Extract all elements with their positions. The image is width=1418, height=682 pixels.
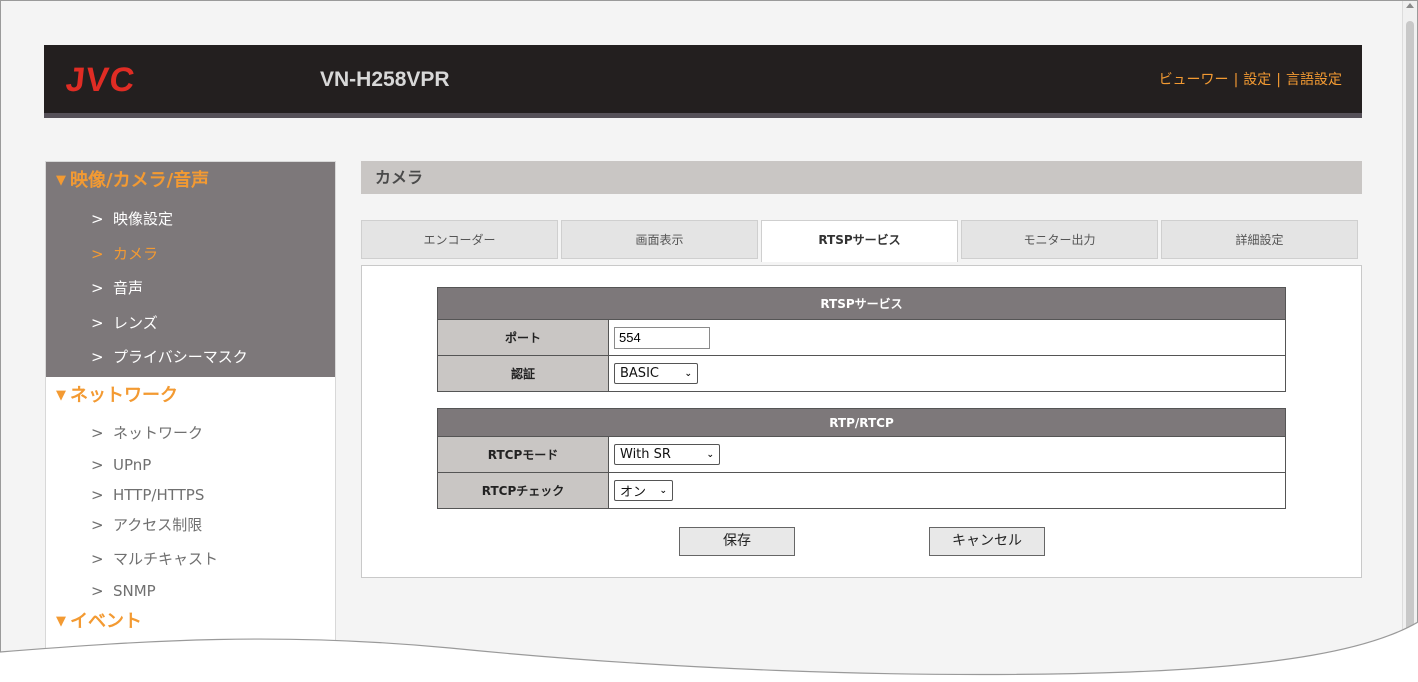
chevron-right-icon: > — [91, 582, 104, 600]
auth-label: 認証 — [437, 355, 609, 392]
auth-select[interactable]: BASIC ⌄ — [614, 363, 698, 384]
sidebar-section-video: ▼ 映像/カメラ/音声 > 映像設定 > カメラ > 音声 > レンズ > プライバシーマス… — [46, 162, 335, 377]
chevron-right-icon: > — [91, 424, 104, 442]
save-button[interactable]: 保存 — [679, 527, 795, 556]
rtcp-mode-selected-value: With SR — [620, 447, 671, 462]
port-cell — [608, 319, 1286, 356]
chevron-right-icon: > — [91, 486, 104, 504]
table-row: RTCPモード With SR ⌄ — [437, 436, 1286, 473]
table-row: 認証 BASIC ⌄ — [437, 355, 1286, 392]
sidebar-item-http-https[interactable]: > HTTP/HTTPS — [46, 481, 335, 509]
rtcp-mode-label: RTCPモード — [437, 436, 609, 473]
tab-monitor-output[interactable]: モニター出力 — [961, 220, 1158, 259]
settings-panel: RTSPサービス ポート 認証 BASIC ⌄ RTP/RTCP RTCPモード … — [361, 265, 1362, 578]
section-title: ネットワーク — [70, 385, 178, 406]
port-label: ポート — [437, 319, 609, 356]
nav-separator: | — [1276, 72, 1281, 88]
sidebar-item-label: レンズ — [113, 313, 158, 332]
sidebar-item-multicast[interactable]: > マルチキャスト — [46, 542, 335, 576]
rtcp-mode-cell: With SR ⌄ — [608, 436, 1286, 473]
table-header: RTSPサービス — [437, 287, 1286, 320]
port-input[interactable] — [614, 326, 710, 349]
vertical-scrollbar[interactable] — [1402, 1, 1417, 681]
sidebar: ▼ 映像/カメラ/音声 > 映像設定 > カメラ > 音声 > レンズ > プライバシーマス… — [45, 161, 336, 681]
table-row: RTCPチェック オン ⌄ — [437, 472, 1286, 509]
sidebar-item-label: カメラ — [113, 244, 159, 263]
chevron-right-icon: > — [91, 516, 104, 534]
auth-selected-value: BASIC — [620, 366, 659, 381]
sidebar-item-video-settings[interactable]: > 映像設定 — [46, 202, 335, 237]
top-navigation: ビューワー | 設定 | 言語設定 — [1159, 69, 1342, 89]
chevron-right-icon: > — [91, 550, 104, 568]
cancel-button[interactable]: キャンセル — [929, 527, 1045, 556]
rtp-settings-table: RTP/RTCP RTCPモード With SR ⌄ RTCPチェック オン ⌄ — [437, 408, 1286, 509]
sidebar-item-access-control[interactable]: > アクセス制限 — [46, 509, 335, 542]
table-row: ポート — [437, 319, 1286, 356]
sidebar-section-network: ▼ ネットワーク > ネットワーク > UPnP > HTTP/HTTPS > アクセス制… — [46, 377, 335, 606]
sidebar-item-label: プライバシーマスク — [113, 348, 248, 366]
sidebar-item-upnp[interactable]: > UPnP — [46, 449, 335, 481]
scroll-thumb[interactable] — [1406, 21, 1414, 641]
jvc-logo: JVC — [64, 61, 138, 99]
tab-screen-display[interactable]: 画面表示 — [561, 220, 758, 259]
rtcp-check-label: RTCPチェック — [437, 472, 609, 509]
page-title: カメラ — [361, 161, 1362, 194]
sidebar-item-label: SNMP — [113, 582, 156, 600]
chevron-right-icon: > — [91, 210, 104, 228]
rtcp-check-select[interactable]: オン ⌄ — [614, 480, 673, 501]
section-title: イベント — [70, 611, 142, 632]
auth-cell: BASIC ⌄ — [608, 355, 1286, 392]
chevron-down-icon: ⌄ — [659, 485, 667, 496]
sidebar-item-lens[interactable]: > レンズ — [46, 306, 335, 341]
tab-rtsp-service[interactable]: RTSPサービス — [761, 220, 958, 262]
chevron-right-icon: > — [91, 456, 104, 474]
triangle-down-icon: ▼ — [56, 388, 66, 403]
sidebar-item-snmp[interactable]: > SNMP — [46, 576, 335, 606]
browser-frame: JVC VN-H258VPR ビューワー | 設定 | 言語設定 ▼ 映像/カメラ/音声 … — [0, 0, 1418, 682]
rtcp-check-cell: オン ⌄ — [608, 472, 1286, 509]
table-header: RTP/RTCP — [437, 408, 1286, 437]
chevron-right-icon: > — [91, 244, 104, 263]
sidebar-section-header[interactable]: ▼ イベント — [46, 606, 335, 638]
chevron-right-icon: > — [91, 279, 104, 297]
sidebar-item-label: 音声 — [113, 279, 144, 297]
rtcp-check-selected-value: オン — [620, 485, 647, 500]
sidebar-item-network[interactable]: > ネットワーク — [46, 417, 335, 449]
sidebar-item-audio[interactable]: > 音声 — [46, 271, 335, 306]
model-name: VN-H258VPR — [320, 68, 450, 91]
scroll-up-icon[interactable] — [1406, 3, 1414, 8]
triangle-down-icon: ▼ — [56, 614, 66, 629]
tab-encoder[interactable]: エンコーダー — [361, 220, 558, 259]
rtsp-settings-table: RTSPサービス ポート 認証 BASIC ⌄ — [437, 287, 1286, 392]
sidebar-item-label: HTTP/HTTPS — [113, 486, 205, 504]
nav-viewer-link[interactable]: ビューワー — [1159, 72, 1229, 88]
chevron-right-icon: > — [91, 348, 104, 366]
rtcp-mode-select[interactable]: With SR ⌄ — [614, 444, 720, 465]
triangle-down-icon: ▼ — [56, 173, 66, 188]
nav-settings-link[interactable]: 設定 — [1243, 72, 1271, 88]
chevron-right-icon: > — [91, 313, 104, 332]
sidebar-section-header[interactable]: ▼ ネットワーク — [46, 377, 335, 417]
page-header: JVC VN-H258VPR ビューワー | 設定 | 言語設定 — [44, 45, 1362, 118]
sidebar-item-label: アクセス制限 — [113, 516, 203, 534]
tab-advanced-settings[interactable]: 詳細設定 — [1161, 220, 1358, 259]
nav-language-link[interactable]: 言語設定 — [1286, 72, 1342, 88]
chevron-down-icon: ⌄ — [684, 368, 692, 379]
sidebar-item-label: UPnP — [113, 456, 152, 474]
nav-separator: | — [1233, 72, 1239, 88]
sidebar-item-label: マルチキャスト — [113, 550, 219, 568]
sidebar-section-header[interactable]: ▼ 映像/カメラ/音声 — [46, 162, 335, 202]
tab-bar: エンコーダー 画面表示 RTSPサービス モニター出力 詳細設定 — [361, 220, 1362, 262]
sidebar-section-event: ▼ イベント — [46, 606, 335, 638]
chevron-down-icon: ⌄ — [706, 449, 714, 460]
sidebar-item-camera[interactable]: > カメラ — [46, 237, 335, 272]
section-title: 映像/カメラ/音声 — [70, 170, 210, 191]
sidebar-item-privacy-mask[interactable]: > プライバシーマスク — [46, 340, 335, 375]
sidebar-item-label: 映像設定 — [113, 210, 174, 228]
sidebar-item-label: ネットワーク — [113, 424, 204, 442]
